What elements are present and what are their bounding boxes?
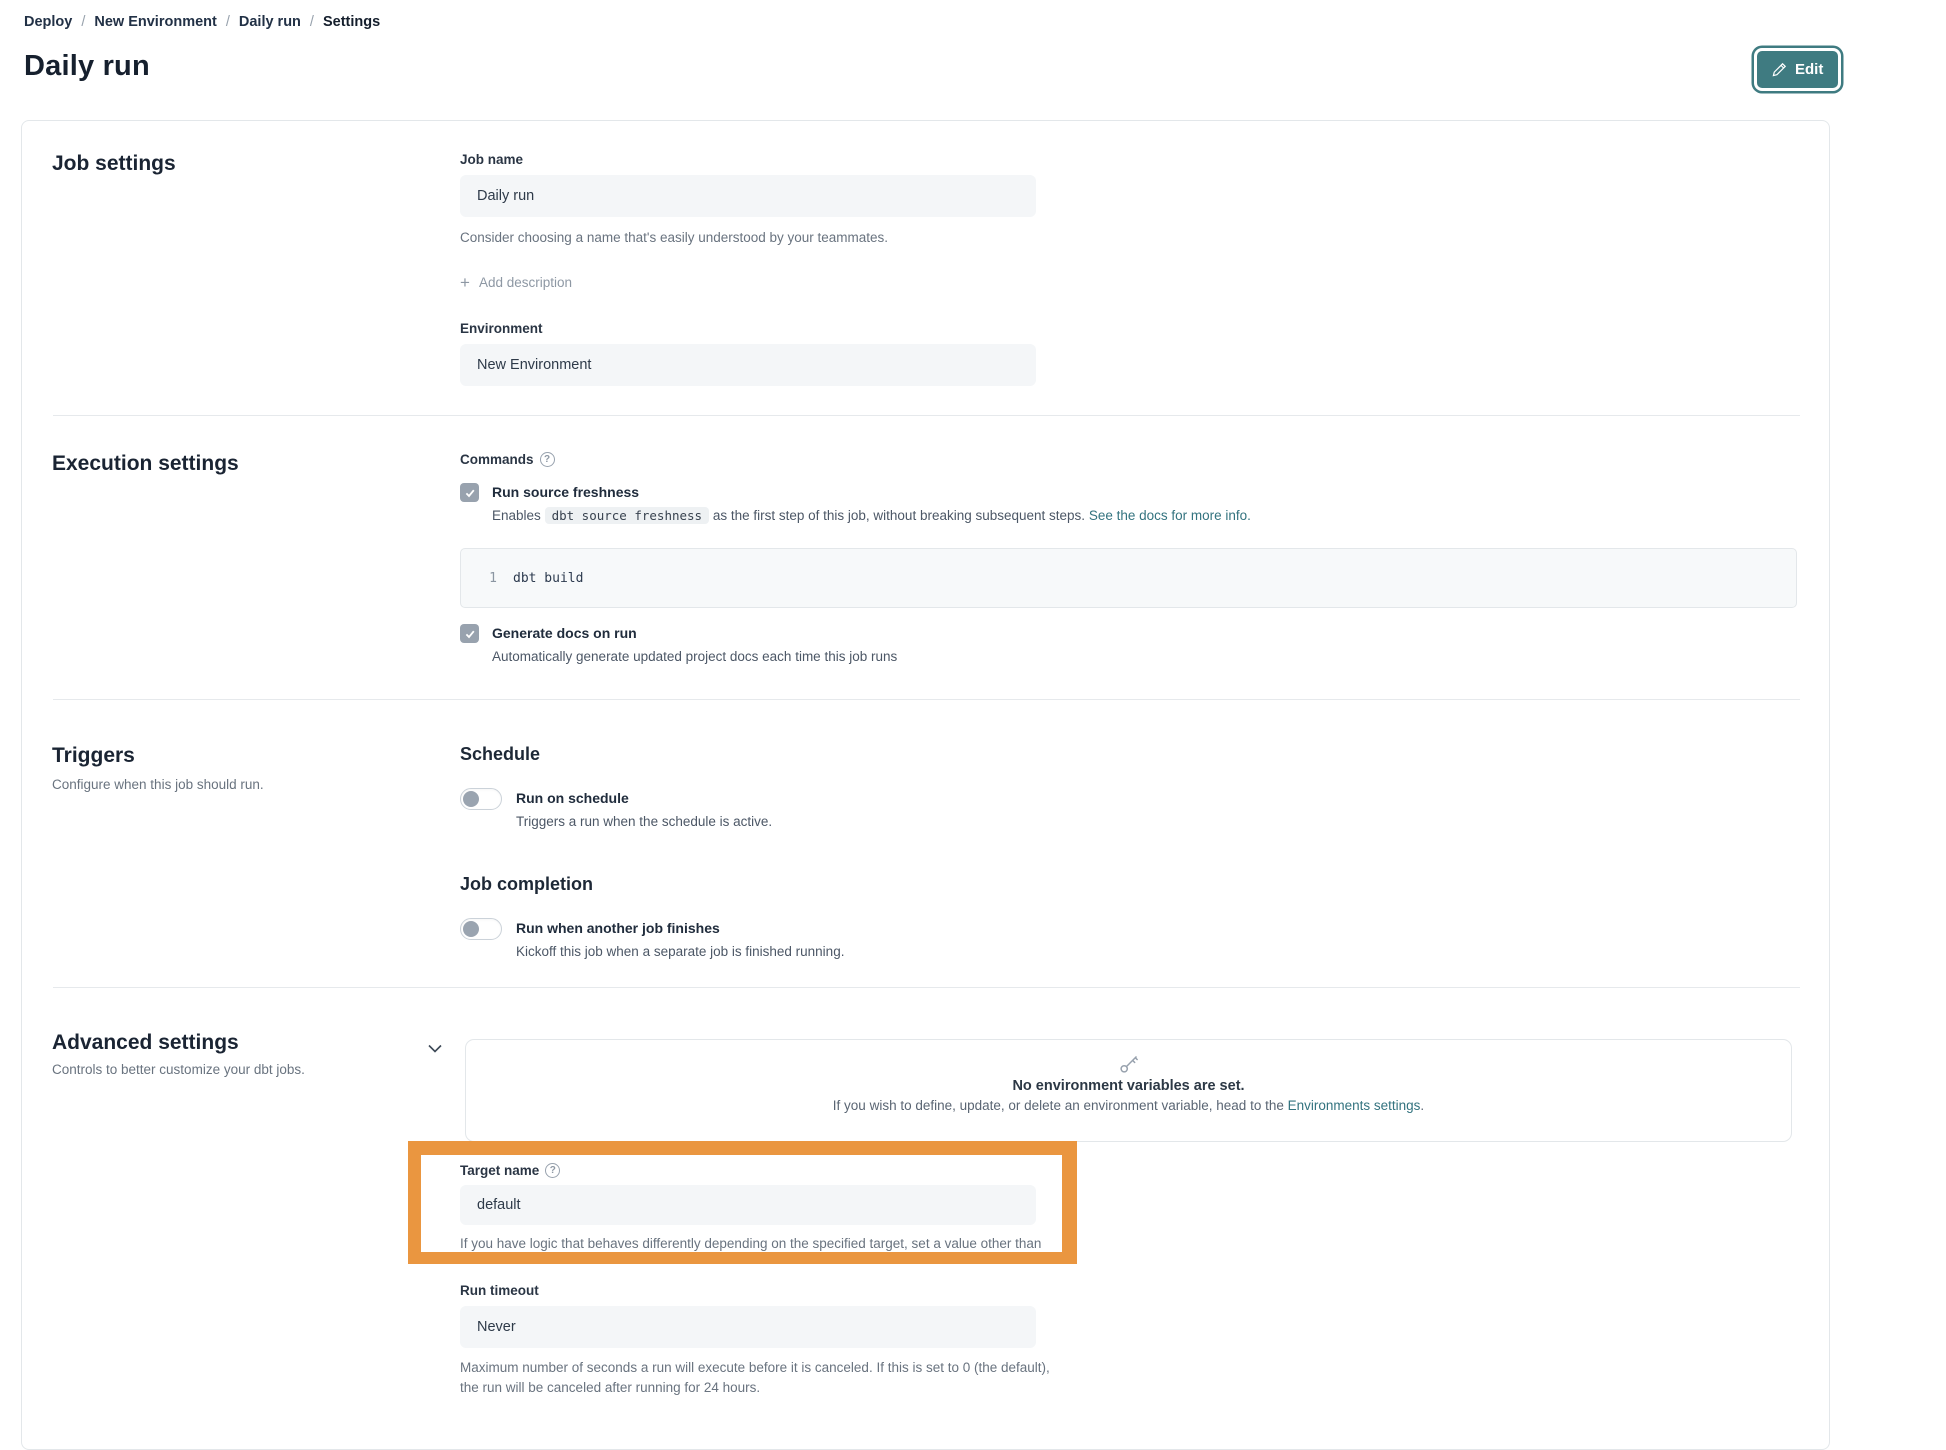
env-line-period: .	[1420, 1098, 1424, 1113]
run-when-finishes-desc: Kickoff this job when a separate job is …	[516, 941, 844, 962]
toggle-knob	[463, 791, 479, 807]
run-timeout-label: Run timeout	[460, 1283, 1080, 1298]
generate-docs-checkbox[interactable]	[460, 624, 479, 643]
code-chip: dbt source freshness	[545, 507, 710, 524]
env-line-text: If you wish to define, update, or delete…	[833, 1098, 1284, 1113]
triggers-form: Schedule Run on schedule Triggers a run …	[460, 744, 1160, 962]
generate-docs-label: Generate docs on run	[492, 623, 897, 644]
breadcrumb-environment[interactable]: New Environment	[94, 14, 216, 30]
annotation-highlight-box: Target name ? default If you have logic …	[408, 1141, 1077, 1264]
env-vars-empty-title: No environment variables are set.	[466, 1078, 1791, 1094]
triggers-subtitle: Configure when this job should run.	[52, 777, 264, 792]
run-source-freshness-row: Run source freshness Enables dbt source …	[460, 482, 1800, 526]
job-settings-form: Job name Daily run Consider choosing a n…	[460, 152, 1080, 386]
page-title: Daily run	[24, 50, 150, 83]
edit-button-label: Edit	[1795, 61, 1823, 78]
code-line-number: 1	[467, 571, 497, 586]
job-name-helper: Consider choosing a name that's easily u…	[460, 228, 1080, 248]
run-when-finishes-toggle[interactable]	[460, 918, 502, 940]
environment-variables-empty-state: No environment variables are set. If you…	[465, 1039, 1792, 1142]
desc-text: as the first step of this job, without b…	[713, 508, 1085, 523]
docs-link[interactable]: See the docs for more info.	[1089, 508, 1251, 523]
job-name-label: Job name	[460, 152, 1080, 167]
checkmark-icon	[464, 487, 476, 499]
run-timeout-helper: Maximum number of seconds a run will exe…	[460, 1358, 1060, 1398]
run-when-finishes-row: Run when another job finishes Kickoff th…	[460, 918, 1160, 962]
env-vars-empty-line: If you wish to define, update, or delete…	[466, 1098, 1791, 1113]
breadcrumb-separator: /	[81, 14, 85, 30]
run-source-freshness-checkbox[interactable]	[460, 483, 479, 502]
edit-button[interactable]: Edit	[1757, 51, 1838, 88]
run-on-schedule-desc: Triggers a run when the schedule is acti…	[516, 811, 772, 832]
generate-docs-row: Generate docs on run Automatically gener…	[460, 623, 1800, 667]
environments-settings-link[interactable]: Environments settings	[1288, 1098, 1421, 1113]
advanced-settings-subtitle: Controls to better customize your dbt jo…	[52, 1062, 305, 1077]
triggers-title: Triggers	[52, 744, 135, 768]
environment-label: Environment	[460, 321, 1080, 336]
code-line-text: dbt build	[513, 571, 583, 586]
breadcrumb-job[interactable]: Daily run	[239, 14, 301, 30]
run-timeout-input[interactable]: Never	[460, 1306, 1036, 1348]
job-settings-page: Deploy / New Environment / Daily run / S…	[0, 0, 1946, 1402]
run-source-freshness-label: Run source freshness	[492, 482, 1251, 503]
breadcrumb-current-settings: Settings	[323, 14, 380, 30]
run-on-schedule-toggle[interactable]	[460, 788, 502, 810]
plus-icon: +	[460, 276, 470, 290]
section-divider	[53, 415, 1800, 416]
toggle-knob	[463, 921, 479, 937]
target-name-input[interactable]: default	[460, 1185, 1036, 1225]
run-timeout-group: Run timeout Never Maximum number of seco…	[460, 1283, 1080, 1398]
checkmark-icon	[464, 628, 476, 640]
job-settings-title: Job settings	[52, 152, 176, 176]
run-on-schedule-label: Run on schedule	[516, 788, 772, 809]
key-icon	[466, 1053, 1791, 1075]
commands-code-editor[interactable]: 1 dbt build	[460, 548, 1797, 608]
run-source-freshness-desc: Enables dbt source freshness as the firs…	[492, 505, 1251, 526]
target-name-helper: If you have logic that behaves different…	[460, 1234, 1060, 1252]
run-when-finishes-label: Run when another job finishes	[516, 918, 844, 939]
add-description-label: Add description	[479, 275, 572, 290]
pencil-icon	[1772, 62, 1787, 77]
schedule-heading: Schedule	[460, 744, 1160, 765]
breadcrumb-separator: /	[310, 14, 314, 30]
execution-settings-title: Execution settings	[52, 452, 239, 476]
execution-settings-form: Commands ? Run source freshness Enables …	[460, 452, 1800, 667]
generate-docs-desc: Automatically generate updated project d…	[492, 646, 897, 667]
breadcrumb-separator: /	[226, 14, 230, 30]
add-description-button[interactable]: + Add description	[460, 275, 1080, 290]
job-name-input[interactable]: Daily run	[460, 175, 1036, 217]
section-divider	[53, 987, 1800, 988]
chevron-down-icon[interactable]	[428, 1044, 442, 1053]
target-name-group: Target name ? default If you have logic …	[421, 1155, 1062, 1252]
run-on-schedule-row: Run on schedule Triggers a run when the …	[460, 788, 1160, 832]
breadcrumb-deploy[interactable]: Deploy	[24, 14, 72, 30]
job-completion-heading: Job completion	[460, 874, 1160, 895]
help-circle-icon[interactable]: ?	[545, 1163, 560, 1178]
desc-text: Enables	[492, 508, 541, 523]
section-divider	[53, 699, 1800, 700]
commands-label: Commands	[460, 452, 534, 467]
environment-input[interactable]: New Environment	[460, 344, 1036, 386]
help-circle-icon[interactable]: ?	[540, 452, 555, 467]
breadcrumb: Deploy / New Environment / Daily run / S…	[24, 14, 380, 30]
advanced-settings-title: Advanced settings	[52, 1031, 239, 1055]
target-name-label: Target name	[460, 1163, 539, 1178]
